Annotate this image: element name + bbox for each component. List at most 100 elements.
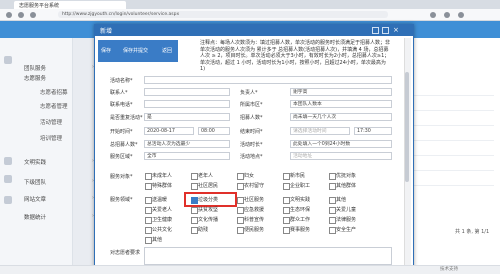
target-option: 未成年人 [152,173,173,179]
maximize-icon[interactable] [382,27,389,34]
domain-checkbox[interactable] [237,197,244,204]
repeat-select[interactable]: 是 [144,113,230,121]
domain-checkbox[interactable] [145,207,152,214]
close-icon[interactable]: × [393,26,399,34]
domain-checkbox[interactable] [283,197,290,204]
end-date-input[interactable]: 请选择活动时间 [290,127,350,135]
domain-option: 助残 [198,227,209,233]
hours-label: 活动时长* [240,142,263,148]
domain-option: 社区服务 [244,197,265,203]
remark-label: 对志愿者要求 [110,250,141,256]
domain-checkbox[interactable] [329,217,336,224]
target-checkbox[interactable] [191,173,198,180]
save-submit-button[interactable]: 保存并提交 [123,47,148,54]
target-checkbox[interactable] [237,173,244,180]
contact-phone-input[interactable] [144,100,230,108]
target-checkbox[interactable] [283,183,290,190]
target-checkbox[interactable] [329,173,336,180]
menu-item-civilization[interactable]: 文明实践 [24,158,46,166]
owner-input[interactable]: 谢宇高 [290,88,392,96]
target-option: 社区居民 [198,183,219,189]
target-option: 优抚对象 [336,173,357,179]
save-button[interactable]: 保存 [101,47,111,54]
extension-icon[interactable] [430,12,436,18]
domain-checkbox[interactable] [237,227,244,234]
contact-phone-label: 联系电话* [110,102,133,108]
menu-item-volunteer-service[interactable]: 志愿服务 [24,74,46,82]
target-option: 农村留守 [244,183,265,189]
area-label: 服务区域* [110,154,133,160]
target-option: 特殊群体 [152,183,173,189]
recruit-label: 招募人数* [240,115,263,121]
activity-name-input[interactable] [144,76,392,84]
remark-textarea[interactable] [144,247,392,265]
scrollbar-thumb[interactable] [405,72,409,182]
domain-checkbox[interactable] [191,217,198,224]
domain-checkbox[interactable] [145,197,152,204]
domain-option: 公共文化 [152,227,173,233]
domain-checkbox[interactable] [329,207,336,214]
url-input[interactable]: http://www.zjgyouth.cn/login/volunteer/s… [58,11,388,18]
target-checkbox[interactable] [145,183,152,190]
favorites-icon[interactable] [444,12,450,18]
menu-item-recruit[interactable]: 志愿者招募 [40,88,68,96]
domain-checkbox[interactable] [237,207,244,214]
owner-label: 负责人* [240,90,258,96]
domain-checkbox[interactable] [283,217,290,224]
menu-item-team-service[interactable]: 团队服务 [24,64,46,72]
recruit-input[interactable]: 尚未填一天几个人次 [290,113,392,121]
domain-checkbox[interactable] [145,227,152,234]
domain-checkbox[interactable] [145,237,152,244]
target-checkbox[interactable] [329,183,336,190]
menu-item-statistics[interactable]: 数据统计 [24,213,46,221]
target-option: 其他群体 [336,183,357,189]
menu-item-volunteer-manage[interactable]: 志愿者管理 [40,102,68,110]
modal-title: 新增 [100,28,113,35]
menu-item-articles[interactable]: 网站文章 [24,195,46,203]
domain-checkbox[interactable] [329,197,336,204]
refresh-icon[interactable] [30,12,36,18]
target-checkbox[interactable] [283,173,290,180]
region-label: 所属市区* [240,102,263,108]
domain-checkbox[interactable] [329,227,336,234]
back-button[interactable]: 返回 [160,47,175,54]
domain-checkbox[interactable] [237,217,244,224]
total-input[interactable]: 总活动人次为选最少 [144,140,230,148]
browser-tab[interactable]: 志愿服务平台系统 [14,1,126,9]
back-icon[interactable] [6,12,12,18]
menu-icon-7 [4,157,12,165]
domain-checkbox[interactable] [191,227,198,234]
domain-checkbox[interactable] [283,227,290,234]
domain-option: 应急救援 [244,207,265,213]
forward-icon[interactable] [18,12,24,18]
start-time-input[interactable]: 08:00 [198,127,230,135]
contact-input[interactable] [144,88,230,96]
region-select[interactable]: 本团队人数本 [290,100,392,108]
domain-option: 生态环保 [290,207,311,213]
hours-input[interactable]: 此处填入一个0到24小时数 [290,140,392,148]
menu-item-sub-teams[interactable]: 下级团队 [24,178,46,186]
end-time-input[interactable]: 17:30 [354,127,392,135]
area-select[interactable]: 全市 [144,152,230,160]
menu-icon[interactable] [458,12,464,18]
target-checkbox[interactable] [237,183,244,190]
domain-checkbox[interactable] [145,217,152,224]
bg-row [404,140,494,141]
bg-row [404,185,494,186]
start-date-input[interactable]: 2020-08-17 [144,127,194,135]
menu-item-training-manage[interactable]: 培训管理 [40,134,62,142]
menu-icon-9 [4,196,12,204]
target-checkbox[interactable] [145,173,152,180]
address-input[interactable]: 活动地址 [290,152,392,160]
target-checkbox[interactable] [191,183,198,190]
minimize-icon[interactable] [372,27,379,34]
address-label: 活动地点* [240,154,263,160]
domain-checkbox[interactable] [283,207,290,214]
activity-name-label: 活动名称* [110,78,133,84]
bg-row [404,170,494,171]
target-option: 企业职工 [290,183,311,189]
domain-checkbox[interactable] [191,207,198,214]
domain-option: 卫生健康 [152,217,173,223]
target-option: 老年人 [198,173,214,179]
menu-item-activity-manage[interactable]: 活动管理 [40,118,62,126]
